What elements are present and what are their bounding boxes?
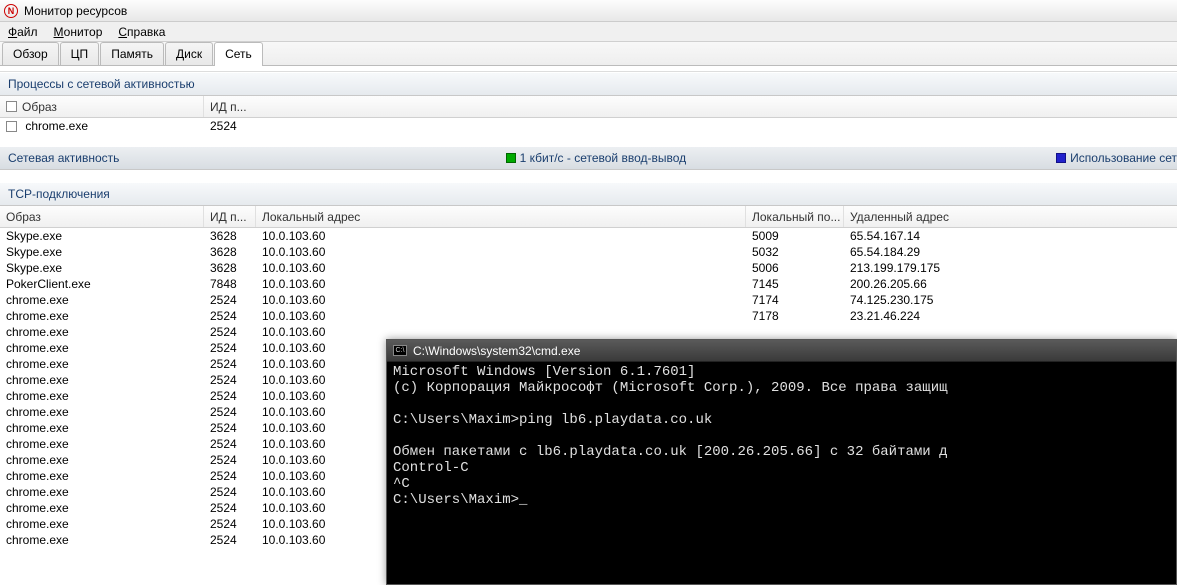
- menu-bar: Файл Монитор Справка: [0, 22, 1177, 42]
- tab-memory[interactable]: Память: [100, 42, 164, 65]
- table-row[interactable]: Skype.exe362810.0.103.60503265.54.184.29: [0, 244, 1177, 260]
- legend-blue-icon: [1056, 153, 1066, 163]
- tab-overview[interactable]: Обзор: [2, 42, 59, 65]
- table-row[interactable]: Skype.exe362810.0.103.605006213.199.179.…: [0, 260, 1177, 276]
- table-row[interactable]: PokerClient.exe784810.0.103.607145200.26…: [0, 276, 1177, 292]
- table-row[interactable]: chrome.exe252410.0.103.60717823.21.46.22…: [0, 308, 1177, 324]
- tab-strip: Обзор ЦП Память Диск Сеть: [0, 42, 1177, 66]
- legend-usage-text: Использование сет: [1070, 151, 1177, 165]
- tcp-column-headers: Образ ИД п... Локальный адрес Локальный …: [0, 206, 1177, 228]
- process-table: chrome.exe2524: [0, 118, 1177, 134]
- table-row[interactable]: chrome.exe252410.0.103.60: [0, 324, 1177, 340]
- menu-monitor[interactable]: Монитор: [54, 25, 103, 39]
- tab-cpu[interactable]: ЦП: [60, 42, 100, 65]
- cmd-title-text: C:\Windows\system32\cmd.exe: [413, 344, 580, 358]
- panel-activity-header[interactable]: Сетевая активность 1 кбит/с - сетевой вв…: [0, 146, 1177, 170]
- col-tcp-local[interactable]: Локальный адрес: [256, 206, 746, 227]
- panel-processes-header[interactable]: Процессы с сетевой активностью: [0, 72, 1177, 96]
- col-pid[interactable]: ИД п...: [204, 96, 256, 117]
- legend-io-text: 1 кбит/с - сетевой ввод-вывод: [520, 151, 687, 165]
- panel-processes-title: Процессы с сетевой активностью: [8, 77, 195, 91]
- cmd-output: Microsoft Windows [Version 6.1.7601] (c)…: [387, 362, 1176, 510]
- table-row[interactable]: chrome.exe2524: [0, 118, 1177, 134]
- col-tcp-image[interactable]: Образ: [0, 206, 204, 227]
- col-tcp-lport[interactable]: Локальный по...: [746, 206, 844, 227]
- app-icon: N: [4, 4, 18, 18]
- legend-green-icon: [506, 153, 516, 163]
- row-checkbox[interactable]: [6, 121, 17, 132]
- select-all-checkbox[interactable]: [6, 101, 17, 112]
- process-column-headers: Образ ИД п...: [0, 96, 1177, 118]
- col-tcp-remote[interactable]: Удаленный адрес: [844, 206, 1104, 227]
- window-title: Монитор ресурсов: [24, 4, 127, 18]
- cmd-icon: C:\: [393, 345, 407, 356]
- tab-disk[interactable]: Диск: [165, 42, 213, 65]
- panel-tcp-header[interactable]: TCP-подключения: [0, 182, 1177, 206]
- table-row[interactable]: Skype.exe362810.0.103.60500965.54.167.14: [0, 228, 1177, 244]
- col-tcp-pid[interactable]: ИД п...: [204, 206, 256, 227]
- tab-network[interactable]: Сеть: [214, 42, 263, 66]
- menu-help[interactable]: Справка: [118, 25, 165, 39]
- menu-file[interactable]: Файл: [8, 25, 38, 39]
- cmd-title-bar[interactable]: C:\ C:\Windows\system32\cmd.exe: [387, 340, 1176, 362]
- table-row[interactable]: chrome.exe252410.0.103.60717474.125.230.…: [0, 292, 1177, 308]
- panel-activity-title: Сетевая активность: [8, 151, 119, 165]
- col-image[interactable]: Образ: [0, 96, 204, 117]
- cmd-window[interactable]: C:\ C:\Windows\system32\cmd.exe Microsof…: [386, 339, 1177, 585]
- window-title-bar: N Монитор ресурсов: [0, 0, 1177, 22]
- panel-tcp-title: TCP-подключения: [8, 187, 110, 201]
